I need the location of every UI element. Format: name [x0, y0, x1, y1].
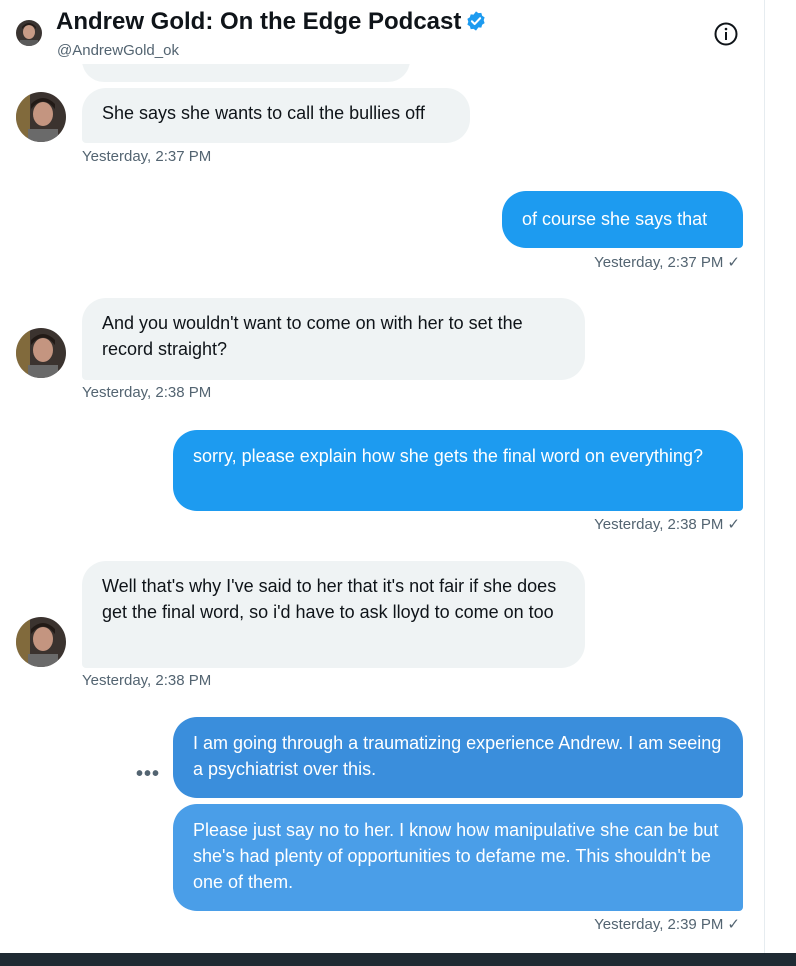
- message-bubble-outgoing[interactable]: I am going through a traumatizing experi…: [173, 717, 743, 798]
- timestamp-text: Yesterday, 2:39 PM: [594, 916, 724, 933]
- message-timestamp: Yesterday, 2:38 PM ✓: [500, 515, 740, 533]
- message-text: sorry, please explain how she gets the f…: [193, 446, 703, 466]
- message-text: Please just say no to her. I know how ma…: [193, 820, 719, 892]
- dm-conversation-panel: Andrew Gold: On the Edge Podcast @Andrew…: [0, 0, 764, 953]
- verified-badge-icon: [467, 11, 485, 31]
- message-timestamp: Yesterday, 2:38 PM: [82, 672, 212, 689]
- conversation-header: Andrew Gold: On the Edge Podcast @Andrew…: [0, 0, 764, 64]
- message-timestamp: Yesterday, 2:37 PM ✓: [560, 253, 740, 271]
- message-timestamp: Yesterday, 2:37 PM: [82, 148, 212, 165]
- message-text: And you wouldn't want to come on with he…: [102, 313, 523, 359]
- sender-avatar[interactable]: [16, 617, 66, 667]
- checkmark-icon: ✓: [727, 916, 740, 933]
- message-text: She says she wants to call the bullies o…: [102, 103, 425, 123]
- more-options-icon[interactable]: •••: [136, 763, 160, 786]
- right-scroll-gutter: [764, 0, 796, 953]
- conversation-handle: @AndrewGold_ok: [57, 42, 179, 59]
- checkmark-icon: ✓: [727, 254, 740, 271]
- message-text: Well that's why I've said to her that it…: [102, 576, 557, 622]
- message-bubble-outgoing[interactable]: sorry, please explain how she gets the f…: [173, 430, 743, 511]
- message-bubble-incoming[interactable]: And you wouldn't want to come on with he…: [82, 298, 585, 380]
- checkmark-icon: ✓: [727, 516, 740, 533]
- sender-avatar[interactable]: [16, 92, 66, 142]
- conversation-title[interactable]: Andrew Gold: On the Edge Podcast: [56, 8, 487, 36]
- timestamp-text: Yesterday, 2:37 PM: [594, 254, 724, 271]
- message-timestamp: Yesterday, 2:39 PM ✓: [500, 915, 740, 933]
- message-bubble-incoming[interactable]: Well that's why I've said to her that it…: [82, 561, 585, 668]
- message-bubble-outgoing[interactable]: of course she says that: [502, 191, 743, 248]
- message-bubble-incoming[interactable]: She says she wants to call the bullies o…: [82, 88, 470, 143]
- message-bubble-outgoing[interactable]: Please just say no to her. I know how ma…: [173, 804, 743, 911]
- divider: [764, 0, 765, 953]
- conversation-title-text: Andrew Gold: On the Edge Podcast: [56, 8, 462, 35]
- header-avatar[interactable]: [16, 20, 42, 46]
- info-icon[interactable]: [714, 22, 738, 46]
- message-timestamp: Yesterday, 2:38 PM: [82, 384, 212, 401]
- sender-avatar[interactable]: [16, 328, 66, 378]
- message-text: I am going through a traumatizing experi…: [193, 733, 722, 779]
- timestamp-text: Yesterday, 2:38 PM: [594, 516, 724, 533]
- window-bottom-edge: [0, 953, 796, 966]
- message-text: of course she says that: [522, 209, 708, 229]
